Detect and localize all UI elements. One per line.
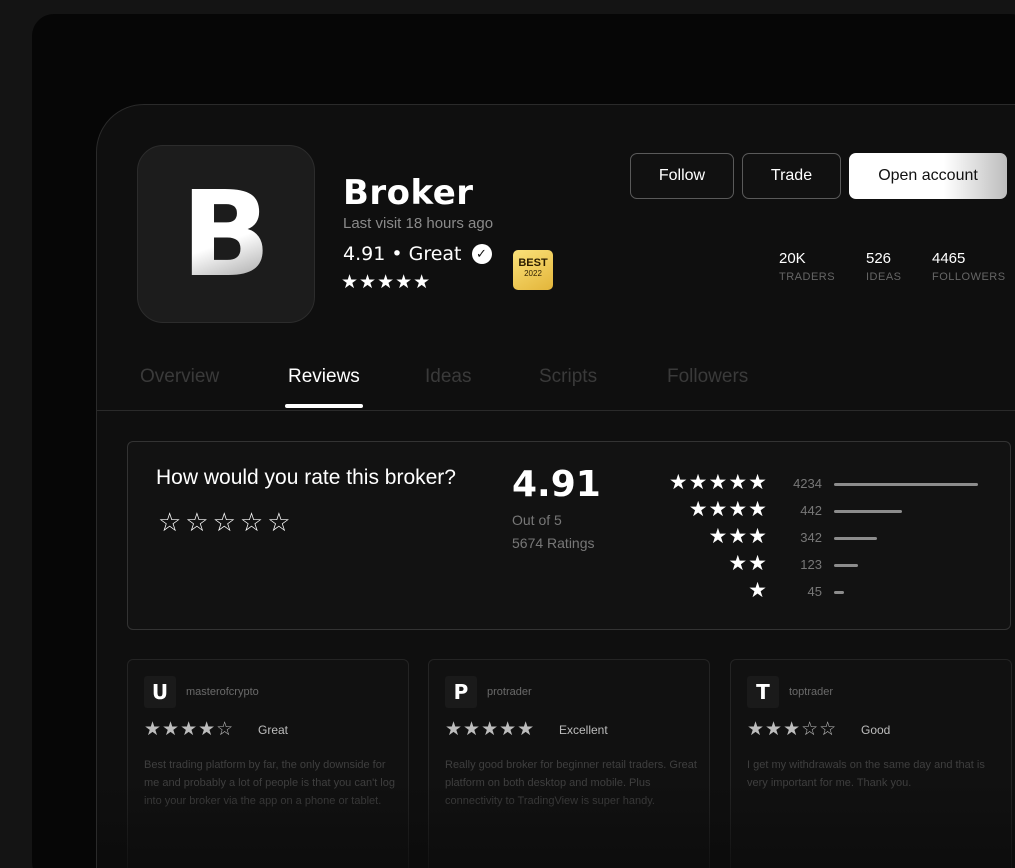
stat-followers: 4465 FOLLOWERS [932,250,1006,283]
stat-label: TRADERS [779,271,836,283]
stat-value: 4465 [932,250,966,267]
distribution-row: ★★ 123 [628,551,1008,575]
distribution-row: ★★★ 342 [628,524,1008,548]
follow-button[interactable]: Follow [630,153,734,199]
distribution-track [834,591,978,594]
avatar: P [445,676,477,708]
broker-name: Broker [343,173,474,213]
distribution-bar [834,510,902,513]
review-username[interactable]: toptrader [789,686,833,698]
rate-star-input[interactable]: ☆☆☆☆☆ [158,508,295,538]
review-text: I get my withdrawals on the same day and… [747,759,985,789]
rate-question: How would you rate this broker? [156,466,456,489]
tab-reviews[interactable]: Reviews [288,366,360,388]
tab-scripts[interactable]: Scripts [539,366,597,388]
tab-overview[interactable]: Overview [140,366,219,388]
distribution-stars: ★★★★ [688,497,768,521]
active-tab-indicator [285,404,363,408]
broker-profile-panel: B Broker Last visit 18 hours ago 4.91 • … [96,104,1015,868]
stat-label: FOLLOWERS [932,271,1006,283]
review-card: P protrader ★★★★★ Excellent Really good … [428,659,710,868]
distribution-track [834,510,978,513]
distribution-bar [834,537,878,540]
review-username[interactable]: masterofcrypto [186,686,259,698]
stat-label: IDEAS [866,271,902,283]
distribution-stars: ★★ [728,551,768,575]
broker-logo: B [137,145,315,323]
rating-summary: 4.91 • Great ✓ [343,243,492,265]
distribution-bar [834,483,978,486]
review-card: U masterofcrypto ★★★★☆ Great Best tradin… [127,659,409,868]
distribution-count: 342 [800,530,822,545]
distribution-count: 4234 [793,476,822,491]
avatar: U [144,676,176,708]
out-of-label: Out of 5 [512,512,562,528]
distribution-count: 123 [800,557,822,572]
review-stars: ★★★★☆ [144,718,235,740]
review-username[interactable]: protrader [487,686,532,698]
badge-year: 2022 [524,269,542,278]
rating-card: How would you rate this broker? ☆☆☆☆☆ 4.… [127,441,1011,630]
review-rating-word: Excellent [559,723,608,737]
distribution-row: ★★★★★ 4234 [628,470,1008,494]
distribution-stars: ★★★★★ [668,470,768,494]
distribution-track [834,564,978,567]
distribution-track [834,483,978,486]
distribution-count: 45 [807,584,822,599]
distribution-track [834,537,978,540]
review-rating-word: Great [258,723,289,737]
tab-ideas[interactable]: Ideas [425,366,471,388]
distribution-count: 442 [800,503,822,518]
stat-traders: 20K TRADERS [779,250,835,283]
distribution-row: ★★★★ 442 [628,497,1008,521]
broker-logo-letter: B [181,165,271,303]
distribution-bar [834,564,859,567]
distribution-bar [834,591,845,594]
stat-value: 20K [779,250,806,267]
review-stars: ★★★★★ [445,718,536,740]
distribution-stars: ★ [748,578,768,602]
total-ratings: 5674 Ratings [512,535,595,551]
rating-summary-text: 4.91 • Great [343,243,462,265]
distribution-stars: ★★★ [708,524,768,548]
open-account-button[interactable]: Open account [849,153,1007,199]
stat-ideas: 526 IDEAS [866,250,902,283]
review-text: Best trading platform by far, the only d… [144,759,395,807]
profile-tabs: Overview Reviews Ideas Scripts Followers [97,353,1015,411]
avatar: T [747,676,779,708]
average-rating: 4.91 [512,464,601,505]
stat-value: 526 [866,250,892,267]
review-rating-word: Good [861,723,891,737]
badge-title: BEST [518,257,548,269]
review-card: T toptrader ★★★☆☆ Good I get my withdraw… [730,659,1012,868]
review-stars: ★★★☆☆ [747,718,838,740]
review-text: Really good broker for beginner retail t… [445,759,697,807]
trade-button[interactable]: Trade [742,153,841,199]
best-award-badge: BEST 2022 [513,250,553,290]
verified-check-icon: ✓ [471,244,492,264]
tab-followers[interactable]: Followers [667,366,748,388]
rating-stars: ★★★★★ [341,271,432,293]
last-visit-text: Last visit 18 hours ago [343,215,494,232]
distribution-row: ★ 45 [628,578,1008,602]
